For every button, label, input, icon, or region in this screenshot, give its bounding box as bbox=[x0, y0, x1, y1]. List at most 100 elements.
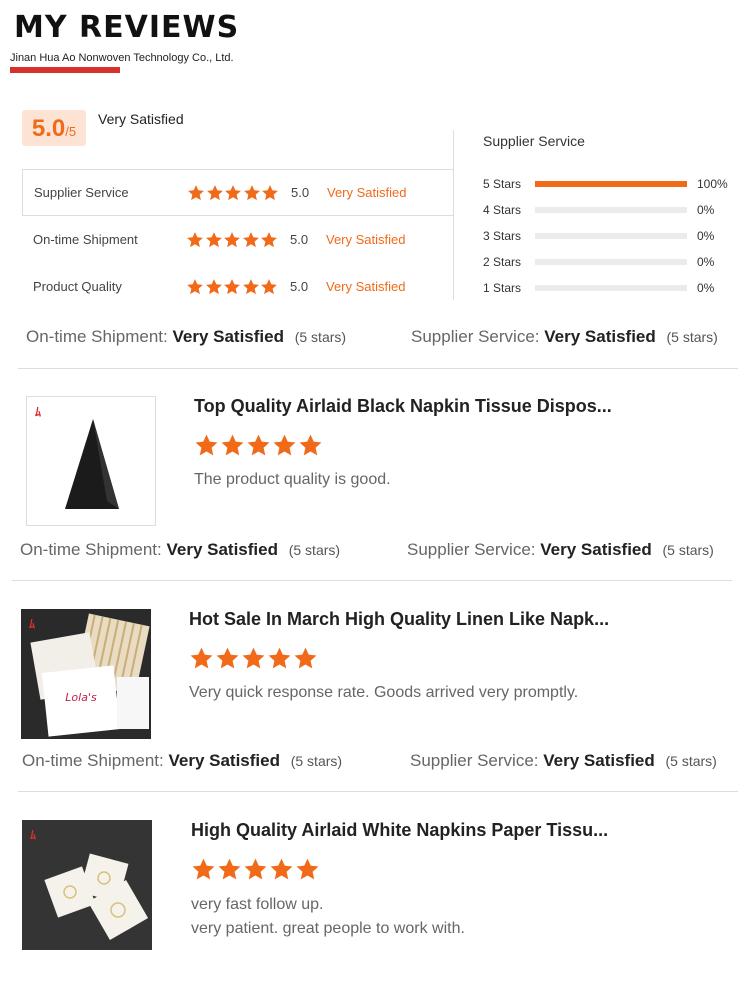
black-napkin-image bbox=[65, 419, 119, 509]
company-name: Jinan Hua Ao Nonwoven Technology Co., Lt… bbox=[10, 52, 234, 64]
white-napkins-image bbox=[44, 853, 149, 941]
star-icon bbox=[261, 231, 277, 247]
divider bbox=[18, 368, 738, 369]
brand-logo-icon: ﾑ bbox=[35, 405, 42, 419]
summary-key: Supplier Service: bbox=[411, 327, 540, 346]
rating-stars bbox=[186, 231, 290, 249]
summary-stars-note: (5 stars) bbox=[288, 542, 341, 558]
review-stars bbox=[191, 857, 321, 882]
rating-name: Product Quality bbox=[33, 279, 122, 294]
review-thumbnail[interactable]: Lola's ﾑ bbox=[21, 609, 151, 739]
summary-service: Supplier Service: Very Satisfied (5 star… bbox=[411, 327, 718, 347]
distribution-bar bbox=[535, 181, 687, 187]
overall-score-max: /5 bbox=[65, 124, 77, 139]
distribution-label: 4 Stars bbox=[483, 203, 522, 217]
distribution-bar bbox=[535, 259, 687, 265]
summary-value: Very Satisfied bbox=[544, 327, 656, 346]
distribution-bar bbox=[535, 207, 687, 213]
vertical-divider bbox=[453, 130, 454, 300]
star-icon bbox=[294, 647, 317, 669]
distribution-percent: 0% bbox=[697, 229, 715, 243]
distribution-label: 3 Stars bbox=[483, 229, 522, 243]
distribution-percent: 100% bbox=[697, 177, 728, 191]
distribution-row-2: 2 Stars 0% bbox=[483, 255, 714, 269]
star-icon bbox=[192, 858, 215, 880]
distribution-row-4: 4 Stars 0% bbox=[483, 203, 714, 217]
divider bbox=[18, 791, 738, 792]
star-icon bbox=[195, 434, 218, 456]
rating-name: Supplier Service bbox=[34, 185, 129, 200]
summary-value: Very Satisfied bbox=[543, 751, 655, 770]
rating-stars bbox=[187, 184, 291, 202]
distribution-bar bbox=[535, 285, 687, 291]
star-icon bbox=[242, 231, 259, 247]
distribution-title: Supplier Service bbox=[483, 133, 585, 149]
star-icon bbox=[221, 434, 244, 456]
star-icon bbox=[261, 278, 277, 294]
distribution-row-5: 5 Stars 100% bbox=[483, 177, 728, 191]
distribution-label: 5 Stars bbox=[483, 177, 522, 191]
review-thumbnail[interactable]: ﾑ bbox=[26, 396, 156, 526]
rating-label: Very Satisfied bbox=[326, 279, 406, 294]
star-icon bbox=[187, 231, 203, 247]
divider bbox=[12, 580, 732, 581]
star-icon bbox=[205, 231, 222, 247]
page-title: MY REVIEWS bbox=[14, 10, 240, 45]
brand-logo-icon: ﾑ bbox=[30, 828, 37, 842]
review-text-line: very patient. great people to work with. bbox=[191, 920, 465, 937]
distribution-label: 1 Stars bbox=[483, 281, 522, 295]
summary-stars-note: (5 stars) bbox=[666, 329, 718, 345]
summary-service: Supplier Service: Very Satisfied (5 star… bbox=[410, 751, 717, 771]
star-icon bbox=[206, 184, 223, 200]
summary-key: Supplier Service: bbox=[410, 751, 539, 770]
review-thumbnail[interactable]: ﾑ bbox=[22, 820, 152, 950]
distribution-label: 2 Stars bbox=[483, 255, 522, 269]
summary-value: Very Satisfied bbox=[172, 327, 284, 346]
review-product-title[interactable]: Hot Sale In March High Quality Linen Lik… bbox=[189, 609, 609, 630]
star-icon bbox=[299, 434, 322, 456]
summary-service: Supplier Service: Very Satisfied (5 star… bbox=[407, 540, 714, 560]
header-underline bbox=[10, 67, 120, 73]
star-icon bbox=[243, 184, 260, 200]
distribution-bar bbox=[535, 233, 687, 239]
star-icon bbox=[242, 647, 265, 669]
ratings-table: Supplier Service 5.0 Very Satisfied On-t… bbox=[22, 169, 453, 310]
review-text: very fast follow up. very patient. great… bbox=[191, 893, 465, 941]
star-icon bbox=[225, 184, 241, 200]
star-icon bbox=[190, 647, 213, 669]
overall-score: 5.0 bbox=[31, 115, 66, 142]
rating-score: 5.0 bbox=[291, 185, 310, 200]
star-icon bbox=[296, 858, 319, 880]
distribution-row-1: 1 Stars 0% bbox=[483, 281, 714, 295]
rating-row-on-time-shipment: On-time Shipment 5.0 Very Satisfied bbox=[22, 216, 453, 263]
distribution-row-3: 3 Stars 0% bbox=[483, 229, 714, 243]
summary-key: On-time Shipment: bbox=[26, 327, 168, 346]
distribution-percent: 0% bbox=[697, 255, 715, 269]
linen-napkins-image: Lola's bbox=[30, 613, 150, 737]
star-icon bbox=[242, 278, 259, 294]
star-icon bbox=[218, 858, 241, 880]
summary-key: On-time Shipment: bbox=[20, 540, 162, 559]
rating-label: Very Satisfied bbox=[327, 185, 407, 200]
rating-score: 5.0 bbox=[290, 279, 309, 294]
star-icon bbox=[262, 184, 278, 200]
review-product-title[interactable]: High Quality Airlaid White Napkins Paper… bbox=[191, 820, 608, 841]
review-product-title[interactable]: Top Quality Airlaid Black Napkin Tissue … bbox=[194, 396, 612, 417]
star-icon bbox=[205, 278, 222, 294]
star-icon bbox=[224, 231, 240, 247]
summary-shipment: On-time Shipment: Very Satisfied (5 star… bbox=[26, 327, 346, 347]
rating-row-product-quality: Product Quality 5.0 Very Satisfied bbox=[22, 263, 453, 310]
rating-row-supplier-service: Supplier Service 5.0 Very Satisfied bbox=[22, 169, 453, 216]
star-icon bbox=[187, 278, 203, 294]
star-icon bbox=[216, 647, 239, 669]
rating-score: 5.0 bbox=[290, 232, 309, 247]
star-icon bbox=[188, 184, 204, 200]
star-icon bbox=[224, 278, 240, 294]
summary-value: Very Satisfied bbox=[168, 751, 280, 770]
rating-name: On-time Shipment bbox=[33, 232, 138, 247]
overall-score-label: Very Satisfied bbox=[98, 111, 184, 127]
star-icon bbox=[244, 858, 267, 880]
review-stars bbox=[194, 433, 324, 458]
summary-stars-note: (5 stars) bbox=[665, 753, 717, 769]
rating-label: Very Satisfied bbox=[326, 232, 406, 247]
